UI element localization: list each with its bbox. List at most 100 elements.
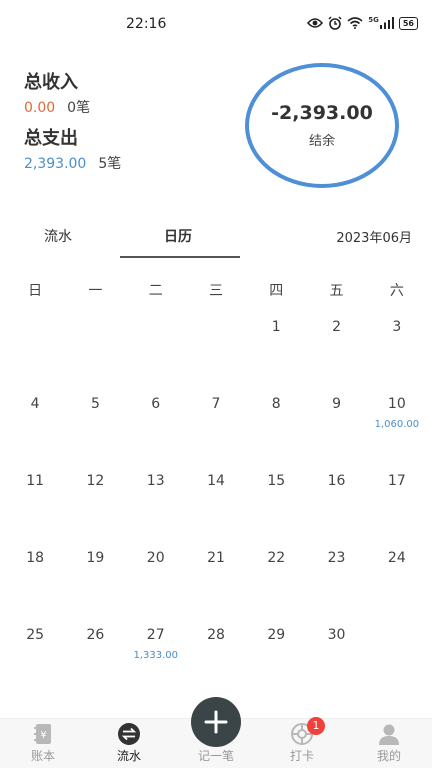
tab-calendar[interactable]: 日历 xyxy=(164,226,192,246)
calendar-day[interactable]: 12 xyxy=(65,472,125,549)
calendar-day[interactable]: 23 xyxy=(306,549,366,626)
calendar-day[interactable]: 8 xyxy=(246,395,306,472)
balance-amount: -2,393.00 xyxy=(271,102,373,124)
calendar-day[interactable]: 26 xyxy=(65,626,125,703)
calendar-day[interactable]: 29 xyxy=(246,626,306,703)
app-screen: 22:16 5G 56 总收入 0.00 0笔 总支出 2,393.00 5笔 … xyxy=(0,0,432,768)
battery-icon: 56 xyxy=(398,16,418,30)
weekday-header: 日 一 二 三 四 五 六 xyxy=(5,280,427,302)
calendar-day[interactable]: 5 xyxy=(65,395,125,472)
day-number: 1 xyxy=(271,319,281,335)
day-number: 23 xyxy=(327,550,346,566)
calendar-day[interactable]: 6 xyxy=(126,395,186,472)
transfer-icon xyxy=(118,723,140,745)
balance-ring: -2,393.00 结余 xyxy=(245,63,399,188)
status-icons: 5G 56 xyxy=(307,16,418,30)
network-type: 5G xyxy=(368,16,379,24)
active-tab-indicator xyxy=(120,256,240,258)
day-number: 15 xyxy=(267,473,286,489)
day-number: 24 xyxy=(387,550,406,566)
balance-label: 结余 xyxy=(308,134,335,149)
income-amount: 0.00 xyxy=(24,100,56,116)
day-number: 10 xyxy=(387,396,406,412)
eye-icon xyxy=(307,18,324,28)
nav-mine-label: 我的 xyxy=(376,749,401,763)
view-tabs: 流水 日历 2023年06月 xyxy=(0,218,432,258)
income-row: 0.00 0笔 xyxy=(24,98,121,118)
income-title: 总收入 xyxy=(24,72,78,93)
nav-checkin[interactable]: 1 打卡 xyxy=(259,717,345,768)
expense-amount: 2,393.00 xyxy=(24,156,87,172)
day-amount: 1,333.00 xyxy=(133,650,178,661)
weekday-label: 二 xyxy=(148,283,163,299)
calendar-day[interactable]: 16 xyxy=(306,472,366,549)
weekday-label: 四 xyxy=(269,283,284,299)
day-number: 22 xyxy=(267,550,286,566)
nav-add-label: 记一笔 xyxy=(197,749,234,763)
nav-ledger[interactable]: ¥ 账本 xyxy=(0,719,86,768)
calendar-day[interactable]: 22 xyxy=(246,549,306,626)
calendar-day[interactable]: 24 xyxy=(367,549,427,626)
calendar-empty-cell xyxy=(367,626,427,703)
calendar-day[interactable]: 15 xyxy=(246,472,306,549)
calendar-day[interactable]: 11 xyxy=(5,472,65,549)
day-number: 4 xyxy=(30,396,40,412)
weekday-label: 六 xyxy=(389,283,404,299)
nav-flow[interactable]: 流水 xyxy=(86,719,172,768)
month-picker[interactable]: 2023年06月 xyxy=(336,227,412,246)
tab-flow[interactable]: 流水 xyxy=(44,226,72,246)
calendar-day[interactable]: 1 xyxy=(246,318,306,395)
day-number: 27 xyxy=(146,627,165,643)
wifi-icon xyxy=(347,17,363,29)
income-count: 0笔 xyxy=(67,100,91,116)
calendar-day[interactable]: 25 xyxy=(5,626,65,703)
weekday-label: 五 xyxy=(329,283,344,299)
calendar-day[interactable]: 4 xyxy=(5,395,65,472)
calendar-day[interactable]: 21 xyxy=(186,549,246,626)
income-block: 总收入 0.00 0笔 xyxy=(24,70,121,118)
weekday-label: 日 xyxy=(28,283,43,299)
calendar-day[interactable]: 2 xyxy=(306,318,366,395)
calendar-day[interactable]: 3 xyxy=(367,318,427,395)
nav-checkin-label: 打卡 xyxy=(289,749,314,763)
calendar-day[interactable]: 19 xyxy=(65,549,125,626)
nav-ledger-label: 账本 xyxy=(30,749,55,763)
expense-row: 2,393.00 5笔 xyxy=(24,154,121,174)
calendar-day[interactable]: 18 xyxy=(5,549,65,626)
calendar-day[interactable]: 20 xyxy=(126,549,186,626)
calendar-week: 11 12 13 14 15 16 17 xyxy=(5,472,427,549)
nav-mine[interactable]: 我的 xyxy=(346,719,432,768)
calendar-week: 1 2 3 xyxy=(5,318,427,395)
calendar-day[interactable]: 28 xyxy=(186,626,246,703)
weekday-label: 一 xyxy=(88,283,103,299)
day-number: 14 xyxy=(207,473,225,489)
day-number: 25 xyxy=(26,627,45,643)
signal-icon xyxy=(379,17,394,29)
calendar-empty-cell xyxy=(5,318,65,395)
day-number: 26 xyxy=(86,627,105,643)
calendar-empty-cell xyxy=(65,318,125,395)
calendar-day[interactable]: 30 xyxy=(306,626,366,703)
calendar-day[interactable]: 10 1,060.00 xyxy=(367,395,427,472)
calendar-week: 25 26 27 1,333.00 28 29 30 xyxy=(5,626,427,703)
summary-panel: 总收入 0.00 0笔 总支出 2,393.00 5笔 xyxy=(24,70,121,174)
day-number: 19 xyxy=(86,550,105,566)
expense-block: 总支出 2,393.00 5笔 xyxy=(24,126,121,174)
calendar-day[interactable]: 9 xyxy=(306,395,366,472)
day-number: 2 xyxy=(332,319,341,335)
add-record-button[interactable] xyxy=(191,697,241,747)
day-amount: 1,060.00 xyxy=(374,419,420,430)
calendar-day[interactable]: 7 xyxy=(186,395,246,472)
day-number: 21 xyxy=(207,550,225,566)
calendar-day[interactable]: 14 xyxy=(186,472,246,549)
calendar-day[interactable]: 13 xyxy=(126,472,186,549)
nav-flow-label: 流水 xyxy=(116,749,141,763)
calendar-week: 4 5 6 7 8 9 10 1,060.00 xyxy=(5,395,427,472)
plus-icon xyxy=(204,710,228,734)
day-number: 28 xyxy=(207,627,225,643)
calendar-empty-cell xyxy=(126,318,186,395)
calendar-day[interactable]: 17 xyxy=(367,472,427,549)
day-number: 12 xyxy=(86,473,105,489)
calendar-day[interactable]: 27 1,333.00 xyxy=(126,626,186,703)
day-number: 17 xyxy=(387,473,406,489)
